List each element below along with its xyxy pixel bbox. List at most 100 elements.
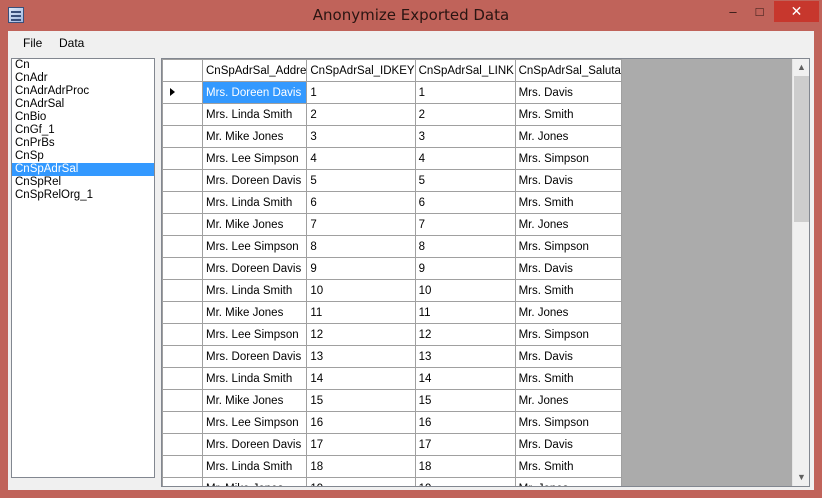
row-header[interactable] bbox=[162, 169, 203, 192]
grid-cell[interactable]: Mrs. Smith bbox=[514, 455, 622, 478]
grid-cell[interactable]: 9 bbox=[306, 257, 416, 280]
list-item[interactable]: CnSp bbox=[12, 150, 154, 163]
scroll-up-icon[interactable]: ▲ bbox=[793, 59, 809, 76]
close-button[interactable]: ✕ bbox=[774, 1, 819, 22]
table-row[interactable]: Mrs. Lee Simpson 4 4 Mrs. Simpson bbox=[162, 147, 622, 170]
table-row[interactable]: Mrs. Linda Smith 14 14 Mrs. Smith bbox=[162, 367, 622, 390]
grid-cell[interactable]: Mrs. Smith bbox=[514, 367, 622, 390]
menu-data[interactable]: Data bbox=[59, 36, 84, 50]
data-grid[interactable]: CnSpAdrSal_Addre CnSpAdrSal_IDKEY CnSpAd… bbox=[161, 58, 810, 487]
list-item[interactable]: CnPrBs bbox=[12, 137, 154, 150]
list-item[interactable]: CnSpAdrSal bbox=[12, 163, 154, 176]
table-row[interactable]: Mrs. Doreen Davis 9 9 Mrs. Davis bbox=[162, 257, 622, 280]
grid-cell[interactable]: Mrs. Linda Smith bbox=[201, 103, 308, 126]
grid-cell[interactable]: Mrs. Linda Smith bbox=[201, 191, 308, 214]
grid-cell[interactable]: Mrs. Simpson bbox=[514, 411, 622, 434]
column-header[interactable]: CnSpAdrSal_Addre bbox=[201, 59, 308, 82]
scroll-thumb[interactable] bbox=[794, 76, 809, 222]
grid-cell[interactable]: Mrs. Smith bbox=[514, 191, 622, 214]
grid-cell[interactable]: 16 bbox=[306, 411, 416, 434]
grid-cell[interactable]: 12 bbox=[414, 323, 516, 346]
row-header[interactable] bbox=[162, 433, 203, 456]
grid-cell[interactable]: Mr. Jones bbox=[514, 301, 622, 324]
grid-cell[interactable]: 1 bbox=[306, 81, 416, 104]
grid-cell[interactable]: Mr. Jones bbox=[514, 125, 622, 148]
grid-cell[interactable]: Mr. Mike Jones bbox=[201, 477, 308, 486]
scroll-down-icon[interactable]: ▼ bbox=[793, 469, 809, 486]
grid-cell[interactable]: Mr. Jones bbox=[514, 477, 622, 486]
grid-cell[interactable]: Mrs. Linda Smith bbox=[201, 367, 308, 390]
grid-cell[interactable]: Mrs. Davis bbox=[514, 257, 622, 280]
grid-cell[interactable]: 4 bbox=[414, 147, 516, 170]
grid-cell[interactable]: 6 bbox=[306, 191, 416, 214]
grid-cell[interactable]: 9 bbox=[414, 257, 516, 280]
grid-cell[interactable]: 10 bbox=[306, 279, 416, 302]
grid-cell[interactable]: Mrs. Davis bbox=[514, 169, 622, 192]
grid-cell[interactable]: Mrs. Lee Simpson bbox=[201, 411, 308, 434]
column-header[interactable]: CnSpAdrSal_IDKEY bbox=[306, 59, 416, 82]
grid-cell[interactable]: 19 bbox=[306, 477, 416, 486]
grid-cell[interactable]: Mrs. Doreen Davis bbox=[201, 257, 308, 280]
list-item[interactable]: CnSpRel bbox=[12, 176, 154, 189]
grid-cell[interactable]: 1 bbox=[414, 81, 516, 104]
table-row[interactable]: Mrs. Linda Smith 6 6 Mrs. Smith bbox=[162, 191, 622, 214]
grid-cell[interactable]: Mrs. Lee Simpson bbox=[201, 235, 308, 258]
row-header[interactable] bbox=[162, 301, 203, 324]
vertical-scrollbar[interactable]: ▲ ▼ bbox=[792, 59, 809, 486]
table-row[interactable]: Mr. Mike Jones 7 7 Mr. Jones bbox=[162, 213, 622, 236]
list-item[interactable]: CnAdrAdrProc bbox=[12, 85, 154, 98]
row-header[interactable] bbox=[162, 257, 203, 280]
grid-cell[interactable]: Mrs. Linda Smith bbox=[201, 279, 308, 302]
row-header[interactable] bbox=[162, 103, 203, 126]
grid-corner[interactable] bbox=[162, 59, 203, 82]
table-row[interactable]: Mrs. Lee Simpson 12 12 Mrs. Simpson bbox=[162, 323, 622, 346]
minimize-button[interactable]: – bbox=[720, 1, 746, 22]
grid-cell[interactable]: 15 bbox=[306, 389, 416, 412]
table-row[interactable]: Mrs. Lee Simpson 16 16 Mrs. Simpson bbox=[162, 411, 622, 434]
list-item[interactable]: Cn bbox=[12, 59, 154, 72]
row-header[interactable] bbox=[162, 411, 203, 434]
title-bar[interactable]: Anonymize Exported Data – □ ✕ bbox=[0, 0, 822, 32]
grid-cell[interactable]: 5 bbox=[306, 169, 416, 192]
grid-cell[interactable]: Mr. Mike Jones bbox=[201, 125, 308, 148]
grid-cell[interactable]: Mrs. Doreen Davis bbox=[201, 345, 308, 368]
grid-cell[interactable]: Mrs. Smith bbox=[514, 279, 622, 302]
grid-cell[interactable]: 16 bbox=[414, 411, 516, 434]
grid-cell[interactable]: Mrs. Doreen Davis bbox=[201, 81, 308, 104]
grid-cell[interactable]: 13 bbox=[414, 345, 516, 368]
list-item[interactable]: CnAdr bbox=[12, 72, 154, 85]
table-row[interactable]: Mr. Mike Jones 3 3 Mr. Jones bbox=[162, 125, 622, 148]
grid-cell[interactable]: 5 bbox=[414, 169, 516, 192]
grid-cell[interactable]: 6 bbox=[414, 191, 516, 214]
grid-cell[interactable]: 2 bbox=[414, 103, 516, 126]
table-row[interactable]: Mrs. Lee Simpson 8 8 Mrs. Simpson bbox=[162, 235, 622, 258]
grid-cell[interactable]: 14 bbox=[306, 367, 416, 390]
grid-cell[interactable]: 3 bbox=[414, 125, 516, 148]
row-header[interactable] bbox=[162, 389, 203, 412]
grid-cell[interactable]: 17 bbox=[306, 433, 416, 456]
grid-cell[interactable]: 18 bbox=[414, 455, 516, 478]
row-header[interactable] bbox=[162, 279, 203, 302]
grid-cell[interactable]: 13 bbox=[306, 345, 416, 368]
grid-cell[interactable]: 7 bbox=[306, 213, 416, 236]
grid-cell[interactable]: Mrs. Davis bbox=[514, 81, 622, 104]
grid-cell[interactable]: 3 bbox=[306, 125, 416, 148]
grid-cell[interactable]: 8 bbox=[306, 235, 416, 258]
row-header[interactable] bbox=[162, 125, 203, 148]
grid-cell[interactable]: Mr. Jones bbox=[514, 213, 622, 236]
row-header[interactable] bbox=[162, 147, 203, 170]
grid-cell[interactable]: 11 bbox=[414, 301, 516, 324]
grid-cell[interactable]: Mrs. Smith bbox=[514, 103, 622, 126]
column-header[interactable]: CnSpAdrSal_LINK bbox=[414, 59, 516, 82]
grid-cell[interactable]: 8 bbox=[414, 235, 516, 258]
table-row[interactable]: Mrs. Doreen Davis 17 17 Mrs. Davis bbox=[162, 433, 622, 456]
tables-listbox[interactable]: Cn CnAdr CnAdrAdrProc CnAdrSal CnBio CnGf_1 Cn… bbox=[11, 58, 155, 478]
table-row[interactable]: Mr. Mike Jones 11 11 Mr. Jones bbox=[162, 301, 622, 324]
table-row[interactable]: Mr. Mike Jones 15 15 Mr. Jones bbox=[162, 389, 622, 412]
grid-cell[interactable]: 2 bbox=[306, 103, 416, 126]
grid-cell[interactable]: 17 bbox=[414, 433, 516, 456]
table-row[interactable]: Mrs. Linda Smith 2 2 Mrs. Smith bbox=[162, 103, 622, 126]
row-header[interactable] bbox=[162, 235, 203, 258]
grid-cell[interactable]: Mrs. Doreen Davis bbox=[201, 433, 308, 456]
grid-cell[interactable]: 11 bbox=[306, 301, 416, 324]
